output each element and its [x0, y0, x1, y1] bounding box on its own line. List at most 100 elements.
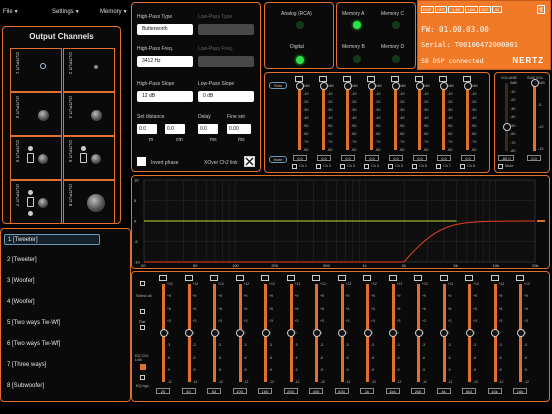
- memory-b-led[interactable]: [353, 55, 361, 63]
- eq-band-label[interactable]: 400: [309, 388, 323, 394]
- fader-value[interactable]: 0.0: [461, 155, 475, 161]
- eq-band-select[interactable]: [337, 275, 346, 281]
- eq-band-select[interactable]: [261, 275, 269, 281]
- master-volume-value[interactable]: -80.0: [498, 155, 514, 161]
- eq-band-label[interactable]: 40: [181, 388, 196, 394]
- delay-select[interactable]: 0.0: [198, 124, 218, 134]
- channel-item-8[interactable]: 8 [Subwoofer]: [4, 381, 44, 392]
- fader-scale-label: -20: [423, 100, 429, 104]
- channel-item-6[interactable]: 6 [Two ways Tw-Wf]: [4, 339, 60, 350]
- eq-band-select[interactable]: [286, 275, 295, 281]
- eq-band-label[interactable]: 2k5: [411, 388, 425, 394]
- eq-band-label[interactable]: 10k: [487, 388, 502, 394]
- fader-scale-label: -40: [399, 116, 405, 120]
- hp-slope-select[interactable]: 12 dB: [137, 91, 193, 102]
- eq-band-label[interactable]: 100: [232, 388, 247, 394]
- channel-item-5[interactable]: 5 [Two ways Tw-Wf]: [4, 318, 60, 329]
- channel-mute-checkbox[interactable]: [436, 164, 441, 169]
- eq-band-select[interactable]: [184, 275, 193, 281]
- fader-value[interactable]: 0.0: [437, 155, 451, 161]
- eq-band-label[interactable]: 4k: [436, 388, 451, 394]
- fine-set-select[interactable]: 0.00: [227, 124, 251, 134]
- eq-band-label[interactable]: 6k3: [462, 388, 476, 394]
- channel-item-7[interactable]: 7 [Three ways]: [4, 360, 46, 371]
- output-cell-6[interactable]: OUTPUT 6: [63, 136, 115, 180]
- output-cell-3[interactable]: OUTPUT 3: [10, 92, 62, 136]
- eq-band-select[interactable]: [465, 275, 473, 281]
- output-cell-7[interactable]: OUTPUT 7: [10, 180, 62, 224]
- eq-band-select[interactable]: [159, 275, 167, 281]
- memory-c-led[interactable]: [392, 21, 400, 29]
- channel-item-2[interactable]: 2 [Tweeter]: [4, 255, 37, 266]
- output-cell-8[interactable]: OUTPUT 8: [63, 180, 115, 224]
- output-cell-5[interactable]: OUTPUT 5: [10, 136, 62, 180]
- channel-mute-checkbox[interactable]: [388, 164, 393, 169]
- eq-scale-label: -3: [243, 343, 247, 348]
- eq-band-select[interactable]: [414, 275, 422, 281]
- output-cell-2[interactable]: OUTPUT 2: [63, 48, 115, 92]
- xover-link-checkbox[interactable]: [244, 156, 255, 167]
- fader-value[interactable]: 0.0: [365, 155, 379, 161]
- eq-band-label[interactable]: 160: [258, 388, 272, 394]
- mute-all-checkbox[interactable]: [498, 164, 503, 169]
- eq-band-label[interactable]: 25: [156, 388, 170, 394]
- lp-slope-select[interactable]: 0 dB: [198, 91, 254, 102]
- eq-band-select[interactable]: [363, 275, 371, 281]
- lp-type-select[interactable]: ------: [198, 24, 254, 35]
- hp-freq-input[interactable]: 3412 Hz: [137, 56, 193, 67]
- digital-input-led[interactable]: [296, 56, 304, 64]
- lp-freq-input[interactable]: ------: [198, 56, 254, 67]
- fader-value[interactable]: 0.0: [413, 155, 427, 161]
- channel-item-4[interactable]: 4 [Woofer]: [4, 297, 35, 308]
- eq-band-select[interactable]: [312, 275, 320, 281]
- mute-all-label: Mute: [505, 164, 514, 168]
- distance-cm-select[interactable]: 0.0: [165, 124, 185, 134]
- channel-mute-checkbox[interactable]: [460, 164, 465, 169]
- eq-band-label[interactable]: 16k: [513, 388, 527, 394]
- eq-band-select[interactable]: [235, 275, 244, 281]
- file-menu[interactable]: File▼: [3, 9, 19, 15]
- channel-mute-checkbox[interactable]: [340, 164, 345, 169]
- memory-menu[interactable]: Memory▼: [100, 9, 128, 15]
- eq-band-select[interactable]: [490, 275, 499, 281]
- eq-bypass-checkbox[interactable]: [140, 375, 145, 380]
- channel-item-3[interactable]: 3 [Woofer]: [4, 276, 35, 287]
- distance-m-select[interactable]: 0.0: [137, 124, 157, 134]
- hp-type-select[interactable]: Butterworth: [137, 24, 193, 35]
- memory-d-led[interactable]: [392, 55, 400, 63]
- channel-mute-checkbox[interactable]: [316, 164, 321, 169]
- eq-band-select[interactable]: [388, 275, 397, 281]
- fader-value[interactable]: 0.0: [293, 155, 307, 161]
- output-label: OUTPUT 6: [68, 140, 73, 163]
- flat-checkbox[interactable]: [140, 309, 145, 314]
- fader-value[interactable]: 0.0: [341, 155, 355, 161]
- channel-mute-checkbox[interactable]: [292, 164, 297, 169]
- eq-scale-label: -6: [269, 355, 273, 360]
- output-cell-4[interactable]: OUTPUT 4: [63, 92, 115, 136]
- fader-value[interactable]: 0.0: [317, 155, 331, 161]
- eq-band-label[interactable]: 63: [207, 388, 221, 394]
- solo-button[interactable]: Solo: [269, 82, 287, 89]
- analog-input-led[interactable]: [296, 21, 304, 29]
- settings-menu[interactable]: Settings▼: [52, 9, 80, 15]
- eq-band-label[interactable]: 630: [334, 388, 349, 394]
- eq-link-checkbox[interactable]: [140, 364, 146, 370]
- fader-scale-label: -10: [399, 92, 405, 96]
- memory-a-led[interactable]: [353, 21, 361, 29]
- channel-mute-checkbox[interactable]: [412, 164, 417, 169]
- eq-band-select[interactable]: [439, 275, 448, 281]
- eq-band-select[interactable]: [210, 275, 218, 281]
- invert-phase-checkbox[interactable]: [137, 157, 146, 166]
- eq-band-label[interactable]: 250: [283, 388, 298, 394]
- channel-item-1[interactable]: 1 [Tweeter]: [4, 234, 100, 245]
- eq-band-label[interactable]: 1k: [360, 388, 374, 394]
- fader-value[interactable]: 0.0: [389, 155, 403, 161]
- flat-option-checkbox[interactable]: [140, 325, 145, 330]
- select-all-checkbox[interactable]: [140, 281, 145, 286]
- mute-button[interactable]: Mute: [269, 156, 287, 163]
- sub-volume-value[interactable]: 0.0: [527, 155, 541, 161]
- output-cell-1[interactable]: OUTPUT 1: [10, 48, 62, 92]
- eq-band-select[interactable]: [516, 275, 524, 281]
- eq-band-label[interactable]: 1k6: [385, 388, 400, 394]
- channel-mute-checkbox[interactable]: [364, 164, 369, 169]
